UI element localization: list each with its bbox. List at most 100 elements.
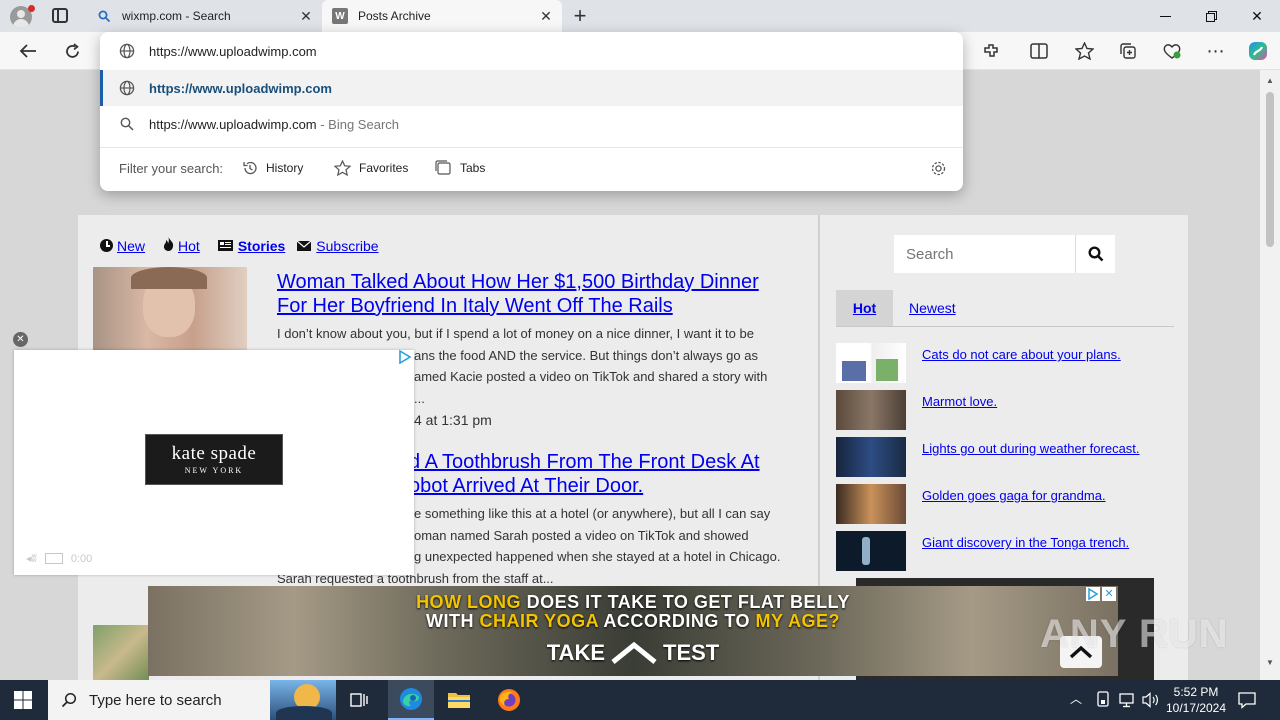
browser-essentials-icon[interactable]	[1156, 36, 1188, 66]
close-ad-icon[interactable]: ✕	[13, 332, 28, 347]
close-tab-icon[interactable]: ✕	[298, 8, 314, 24]
filter-favorites[interactable]: Favorites	[334, 160, 408, 176]
extensions-icon[interactable]	[975, 36, 1007, 66]
address-input-row[interactable]: https://www.uploadwimp.com	[100, 33, 963, 69]
nav-hot-link[interactable]: Hot	[178, 238, 200, 254]
post-title-line: obot Arrived At Their Door.	[409, 475, 644, 497]
bottom-banner-ad[interactable]: HOW LONG DOES IT TAKE TO GET FLAT BELLY …	[148, 586, 1118, 676]
post-thumbnail[interactable]	[93, 625, 149, 680]
scroll-down-icon[interactable]: ▼	[1266, 658, 1274, 667]
favorites-star-icon[interactable]	[1068, 36, 1100, 66]
volume-icon[interactable]: ◂ʬ	[26, 552, 37, 565]
network-icon[interactable]	[1096, 691, 1110, 710]
suggestion-text-wrap: https://www.uploadwimp.com - Bing Search	[149, 117, 399, 132]
split-screen-icon[interactable]	[1023, 36, 1055, 66]
filter-tabs-label: Tabs	[460, 161, 486, 175]
globe-icon	[118, 42, 136, 60]
post-title-line: Woman Talked About How Her $1,500 Birthd…	[277, 271, 759, 293]
new-tab-button[interactable]: +	[568, 3, 592, 29]
sidebar-item-link: Lights go out during weather forecast.	[922, 441, 1140, 456]
tab-search[interactable]: wixmp.com - Search ✕	[86, 0, 322, 32]
scrollbar-thumb[interactable]	[1266, 92, 1274, 247]
tab-posts-archive[interactable]: W Posts Archive ✕	[322, 0, 562, 32]
captions-icon[interactable]	[44, 553, 63, 564]
sidebar-thumbnail	[836, 390, 906, 430]
copilot-icon[interactable]	[1242, 36, 1274, 66]
ad-headline-text: ACCORDING TO	[598, 611, 756, 631]
suggestion-search[interactable]: https://www.uploadwimp.com - Bing Search	[100, 106, 963, 142]
gear-icon[interactable]	[930, 160, 947, 180]
sidebar-item-link: Marmot love.	[922, 394, 998, 409]
ad-cta[interactable]: TAKE TEST	[148, 640, 1118, 666]
ad-headline-1: HOW LONG DOES IT TAKE TO GET FLAT BELLY	[148, 592, 1118, 613]
star-icon	[334, 160, 351, 176]
taskbar-search-box[interactable]: Type here to search	[48, 680, 336, 720]
newspaper-icon	[217, 238, 233, 254]
tab-actions-icon[interactable]	[52, 8, 68, 23]
ethernet-icon[interactable]	[1119, 692, 1135, 711]
address-bar-dropdown: https://www.uploadwimp.com https://www.u…	[100, 32, 963, 191]
address-input[interactable]: https://www.uploadwimp.com	[149, 44, 317, 59]
adchoices-icon[interactable]	[1086, 587, 1100, 601]
sidebar-tab-hot[interactable]: Hot	[836, 290, 893, 326]
chevron-up-icon	[611, 642, 657, 664]
restore-button[interactable]	[1188, 0, 1234, 32]
suggestion-suffix: - Bing Search	[316, 116, 399, 132]
notifications-icon[interactable]	[1238, 691, 1256, 712]
nav-subscribe-link[interactable]: Subscribe	[316, 238, 378, 254]
sidebar-list-item[interactable]: Lights go out during weather forecast.	[836, 437, 1176, 477]
edge-taskbar-icon[interactable]	[388, 680, 434, 720]
filter-favorites-label: Favorites	[359, 161, 409, 175]
post-date: 4 at 1:31 pm	[414, 412, 492, 428]
sidebar-thumbnail	[836, 531, 906, 571]
sidebar-list-item[interactable]: Marmot love.	[836, 390, 1176, 430]
close-tab-icon[interactable]: ✕	[538, 8, 554, 24]
filter-tabs[interactable]: Tabs	[435, 160, 485, 176]
collections-icon[interactable]	[1112, 36, 1144, 66]
ad-brand-name: kate spade	[171, 443, 257, 464]
minimize-button[interactable]	[1142, 0, 1188, 32]
clock[interactable]: 5:52 PM 10/17/2024	[1164, 684, 1228, 716]
ad-cta-text: TAKE	[546, 640, 606, 665]
sidebar-tab-newest[interactable]: Newest	[909, 300, 956, 316]
ad-cta-text: TEST	[663, 640, 720, 665]
file-explorer-icon[interactable]	[436, 680, 482, 720]
sidebar-thumbnail	[836, 343, 906, 383]
video-ad-popup[interactable]: kate spade NEW YORK ◂ʬ 0:00	[14, 349, 414, 575]
close-ad-icon[interactable]: ✕	[1102, 587, 1116, 601]
page-scrollbar[interactable]: ▲ ▼	[1260, 70, 1280, 680]
post-thumbnail[interactable]	[93, 267, 247, 357]
post-title-link[interactable]: d A Toothbrush From The Front Desk At ob…	[409, 450, 799, 498]
envelope-icon	[296, 238, 312, 254]
nav-new-link[interactable]: New	[117, 238, 145, 254]
firefox-icon[interactable]	[486, 680, 532, 720]
settings-more-icon[interactable]: ⋯	[1200, 36, 1232, 66]
task-view-icon[interactable]	[336, 680, 382, 720]
tab-bar: wixmp.com - Search ✕ W Posts Archive ✕ +…	[0, 0, 1280, 32]
back-button[interactable]	[12, 36, 44, 66]
sidebar-list-item[interactable]: Cats do not care about your plans.	[836, 343, 1176, 383]
search-highlight-icon	[270, 680, 336, 720]
show-hidden-icons[interactable]: ︿	[1070, 690, 1082, 707]
post-title-link[interactable]: Woman Talked About How Her $1,500 Birthd…	[277, 270, 797, 318]
sidebar-list-item[interactable]: Golden goes gaga for grandma.	[836, 484, 1176, 524]
filter-history[interactable]: History	[242, 160, 303, 176]
sidebar-search-input[interactable]	[894, 235, 1075, 273]
sidebar-list-item[interactable]: Giant discovery in the Tonga trench.	[836, 531, 1176, 571]
clock-time: 5:52 PM	[1173, 685, 1219, 699]
tab-title: wixmp.com - Search	[122, 9, 231, 23]
filter-history-label: History	[266, 161, 304, 175]
search-button[interactable]	[1075, 235, 1115, 273]
suggestion-url[interactable]: https://www.uploadwimp.com	[100, 70, 963, 106]
scroll-up-icon[interactable]: ▲	[1266, 76, 1274, 85]
suggestion-text: https://www.uploadwimp.com	[149, 116, 317, 132]
close-window-button[interactable]: ✕	[1234, 0, 1280, 32]
windows-start-icon[interactable]	[0, 680, 46, 720]
adchoices-icon[interactable]	[398, 349, 412, 365]
nav-stories-link[interactable]: Stories	[238, 238, 285, 254]
taskbar-search-placeholder: Type here to search	[89, 691, 222, 709]
sidebar-item-link: Giant discovery in the Tonga trench.	[922, 535, 1130, 550]
refresh-button[interactable]	[56, 36, 88, 66]
volume-icon[interactable]	[1142, 692, 1159, 711]
video-controls: ◂ʬ 0:00	[26, 552, 92, 566]
